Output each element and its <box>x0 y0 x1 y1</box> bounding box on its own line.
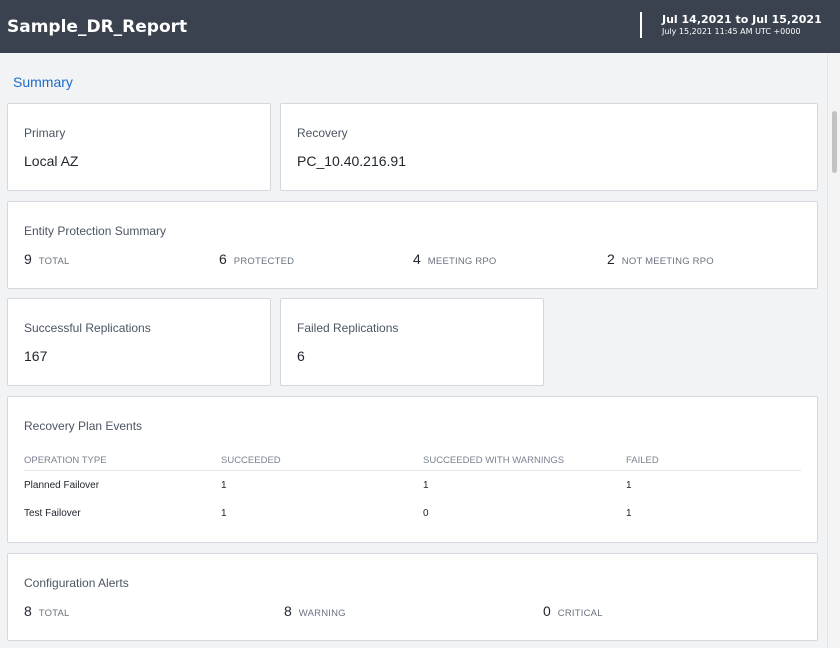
recovery-label: Recovery <box>297 126 348 140</box>
entity-stat-meeting-rpo: 4 MEETING RPO <box>413 251 497 269</box>
report-header: Sample_DR_Report Jul 14,2021 to Jul 15,2… <box>0 0 840 53</box>
entity-stat-value: 9 <box>24 251 32 267</box>
table-cell: 0 <box>423 508 429 519</box>
entity-protection-label: Entity Protection Summary <box>24 224 167 238</box>
table-cell: 1 <box>626 480 632 491</box>
entity-protection-card: Entity Protection Summary 9 TOTAL 6 PROTEC… <box>7 201 818 289</box>
column-header-failed: FAILED <box>626 455 659 466</box>
report-title: Sample_DR_Report <box>7 17 188 37</box>
alerts-stat-value: 8 <box>24 603 32 619</box>
entity-stat-label: MEETING RPO <box>427 256 497 267</box>
failed-replications-value: 6 <box>297 348 305 364</box>
table-header-divider <box>24 470 801 471</box>
entity-stat-total: 9 TOTAL <box>24 251 70 269</box>
column-header-succeeded-with-warnings: SUCCEEDED WITH WARNINGS <box>423 455 565 466</box>
alerts-stat-label: WARNING <box>298 608 346 619</box>
report-date-range: Jul 14,2021 to Jul 15,2021 <box>662 13 822 26</box>
alerts-stat-value: 8 <box>284 603 292 619</box>
page-scrollbar[interactable] <box>827 53 840 648</box>
entity-stat-value: 2 <box>607 251 615 267</box>
table-cell: 1 <box>221 480 227 491</box>
summary-section-title: Summary <box>13 74 73 90</box>
alerts-stat-warning: 8 WARNING <box>284 603 346 621</box>
table-cell: Planned Failover <box>24 480 100 491</box>
column-header-succeeded: SUCCEEDED <box>221 455 281 466</box>
alerts-stat-total: 8 TOTAL <box>24 603 70 621</box>
entity-stat-not-meeting-rpo: 2 NOT MEETING RPO <box>607 251 714 269</box>
successful-replications-card: Successful Replications 167 <box>7 298 271 386</box>
table-cell: 1 <box>221 508 227 519</box>
entity-stat-value: 4 <box>413 251 421 267</box>
primary-value: Local AZ <box>24 153 79 169</box>
successful-replications-value: 167 <box>24 348 48 364</box>
alerts-stat-value: 0 <box>543 603 551 619</box>
table-cell: Test Failover <box>24 508 81 519</box>
header-divider <box>640 12 642 38</box>
recovery-card: Recovery PC_10.40.216.91 <box>280 103 818 191</box>
primary-card: Primary Local AZ <box>7 103 271 191</box>
scrollbar-thumb[interactable] <box>832 111 837 173</box>
recovery-plan-events-card: Recovery Plan Events OPERATION TYPE SUCC… <box>7 396 818 543</box>
entity-stat-label: PROTECTED <box>233 256 295 267</box>
table-cell: 1 <box>423 480 429 491</box>
recovery-value: PC_10.40.216.91 <box>297 153 406 169</box>
entity-stat-protected: 6 PROTECTED <box>219 251 294 269</box>
entity-stat-label: TOTAL <box>38 256 70 267</box>
primary-label: Primary <box>24 126 66 140</box>
failed-replications-card: Failed Replications 6 <box>280 298 544 386</box>
alerts-stat-critical: 0 CRITICAL <box>543 603 603 621</box>
entity-stat-label: NOT MEETING RPO <box>621 256 714 267</box>
configuration-alerts-card: Configuration Alerts 8 TOTAL 8 WARNING 0 CR… <box>7 553 818 641</box>
table-cell: 1 <box>626 508 632 519</box>
column-header-operation-type: OPERATION TYPE <box>24 455 107 466</box>
configuration-alerts-label: Configuration Alerts <box>24 576 129 590</box>
entity-stat-value: 6 <box>219 251 227 267</box>
recovery-plan-events-label: Recovery Plan Events <box>24 419 143 433</box>
failed-replications-label: Failed Replications <box>297 321 399 335</box>
successful-replications-label: Successful Replications <box>24 321 151 335</box>
alerts-stat-label: CRITICAL <box>557 608 603 619</box>
report-generated-timestamp: July 15,2021 11:45 AM UTC +0000 <box>662 27 801 36</box>
alerts-stat-label: TOTAL <box>38 608 70 619</box>
